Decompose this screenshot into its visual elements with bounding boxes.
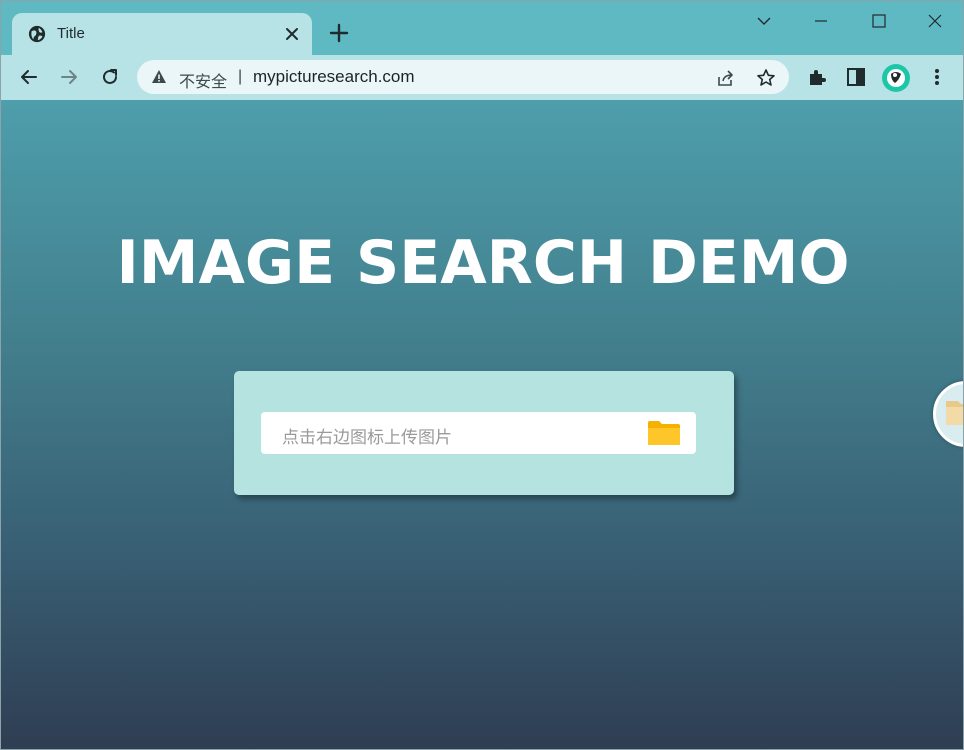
profile-avatar[interactable] (882, 64, 910, 92)
url-text[interactable]: mypicturesearch.com (253, 67, 415, 87)
minimize-icon[interactable] (809, 9, 833, 33)
address-bar[interactable]: 不安全 | mypicturesearch.com (137, 60, 789, 94)
plus-icon[interactable] (328, 22, 350, 44)
maximize-icon[interactable] (867, 9, 891, 33)
separator: | (238, 68, 243, 85)
warning-icon[interactable] (151, 69, 167, 85)
close-icon[interactable] (923, 9, 947, 33)
side-panel-icon[interactable] (845, 66, 867, 88)
floating-button[interactable] (933, 381, 963, 447)
close-icon[interactable] (282, 24, 302, 44)
tab-title: Title (57, 25, 85, 42)
forward-arrow-icon[interactable] (58, 66, 80, 88)
tab-strip: Title (1, 1, 963, 55)
globe-icon (28, 25, 46, 43)
extensions-icon[interactable] (806, 66, 828, 88)
folder-icon (946, 401, 963, 425)
browser-window: Title 不安全 | mypicturesearch.com IMAGE SE… (0, 0, 964, 750)
folder-icon[interactable] (647, 420, 681, 446)
avatar-icon (887, 69, 905, 87)
share-icon[interactable] (716, 68, 736, 88)
chevron-down-icon[interactable] (752, 9, 776, 33)
more-menu-icon[interactable] (926, 66, 948, 88)
security-label[interactable]: 不安全 (179, 68, 227, 92)
browser-toolbar: 不安全 | mypicturesearch.com (1, 55, 963, 100)
page-content: IMAGE SEARCH DEMO 点击右边图标上传图片 (1, 100, 963, 749)
upload-placeholder: 点击右边图标上传图片 (282, 428, 452, 447)
page-title: IMAGE SEARCH DEMO (116, 228, 850, 298)
upload-field[interactable]: 点击右边图标上传图片 (261, 412, 696, 454)
back-arrow-icon[interactable] (18, 66, 40, 88)
reload-icon[interactable] (99, 66, 121, 88)
star-icon[interactable] (756, 68, 776, 88)
upload-card: 点击右边图标上传图片 (234, 371, 734, 495)
browser-tab[interactable]: Title (12, 13, 312, 55)
